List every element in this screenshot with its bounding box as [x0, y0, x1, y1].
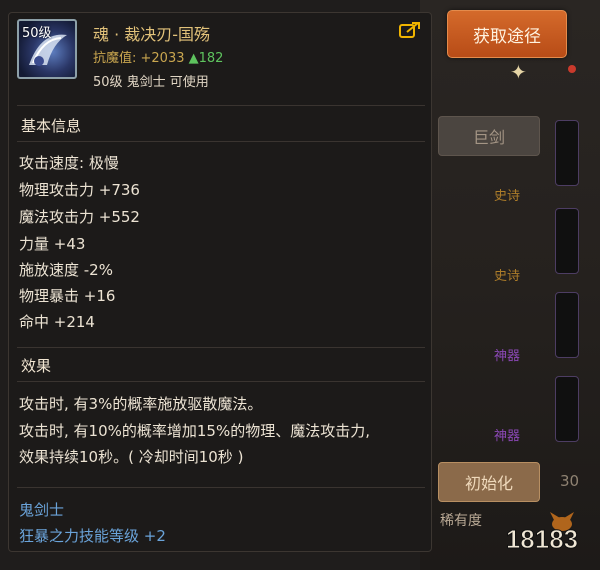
class-name: 鬼剑士 [19, 501, 65, 519]
divider [17, 381, 425, 382]
category-button[interactable]: 巨剑 [438, 116, 540, 156]
divider [17, 487, 425, 488]
site-watermark-logo: 18183 [505, 512, 579, 555]
effect-line: 攻击时, 有10%的概率增加15%的物理、魔法攻击力, [19, 422, 370, 440]
notification-dot [568, 65, 576, 73]
item-slot[interactable] [555, 376, 579, 442]
divider [17, 105, 425, 106]
resist-increase: ▲182 [188, 51, 224, 66]
share-icon[interactable] [399, 21, 421, 39]
skill-bonus: 狂暴之力技能等级 +2 [19, 527, 166, 545]
initialize-button[interactable]: 初始化 [438, 462, 540, 502]
side-count: 30 [560, 472, 580, 490]
watermark-text: 18183 [506, 524, 578, 554]
rarity-tag-artifact: 神器 [494, 429, 521, 444]
item-slot[interactable] [555, 292, 579, 358]
stat-line: 魔法攻击力 +552 [19, 208, 140, 226]
item-tooltip: 50级 魂 · 裁决刃-国殇 抗魔值: +2033 ▲182 50级 鬼剑士 可… [8, 12, 432, 552]
item-requirement: 50级 鬼剑士 可使用 [93, 75, 209, 90]
sparkle-icon: ✦ [510, 60, 527, 84]
stat-line: 攻击速度: 极慢 [19, 154, 119, 172]
divider [17, 347, 425, 348]
effects-heading: 效果 [21, 357, 52, 375]
resist-label: 抗魔值: +2033 [93, 51, 185, 66]
rarity-tag-epic: 史诗 [494, 269, 521, 284]
effect-line: 攻击时, 有3%的概率施放驱散魔法。 [19, 395, 263, 413]
stat-line: 命中 +214 [19, 313, 95, 331]
rarity-tag-artifact: 神器 [494, 349, 521, 364]
item-slot[interactable] [555, 120, 579, 186]
rarity-label: 稀有度 [440, 513, 482, 529]
item-name: 魂 · 裁决刃-国殇 [93, 25, 211, 44]
stat-line: 施放速度 -2% [19, 261, 113, 279]
basic-info-heading: 基本信息 [21, 117, 82, 135]
effect-line: 效果持续10秒。( 冷却时间10秒 ) [19, 448, 244, 466]
stat-line: 物理暴击 +16 [19, 287, 116, 305]
item-slot[interactable] [555, 208, 579, 274]
stat-line: 力量 +43 [19, 235, 86, 253]
weapon-icon: 50级 [17, 19, 77, 79]
resist-value: 抗魔值: +2033 ▲182 [93, 47, 223, 66]
rarity-tag-epic: 史诗 [494, 189, 521, 204]
get-source-button[interactable]: 获取途径 [447, 10, 567, 58]
stat-line: 物理攻击力 +736 [19, 181, 140, 199]
item-level-badge: 50级 [22, 26, 52, 41]
divider [17, 141, 425, 142]
